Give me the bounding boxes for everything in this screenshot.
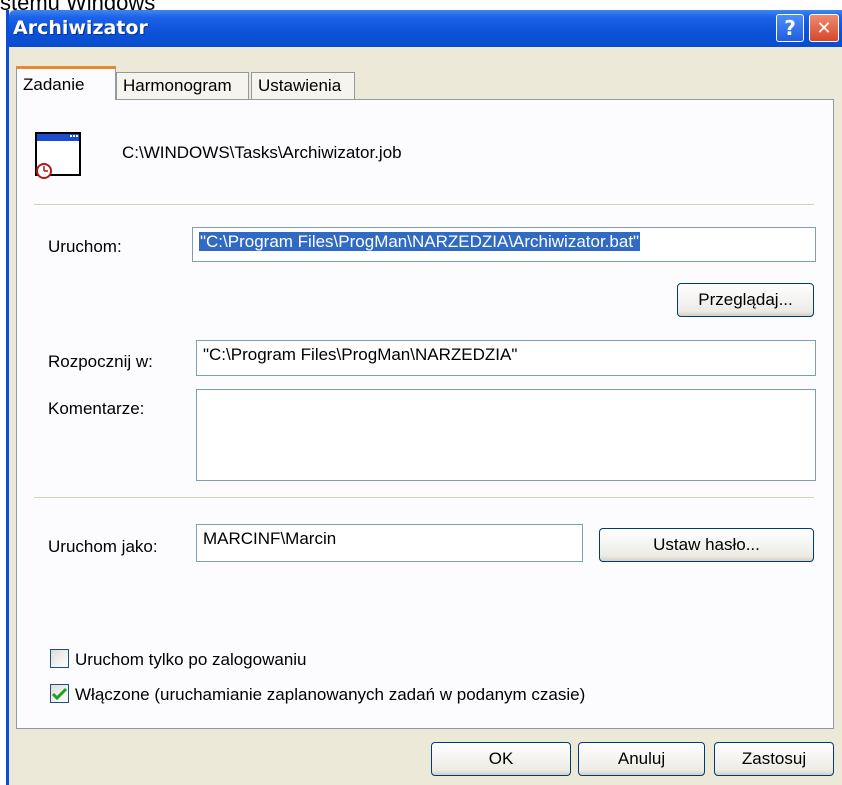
button-label: Przeglądaj...	[698, 290, 793, 309]
tab-ustawienia[interactable]: Ustawienia	[251, 72, 355, 99]
checkmark-icon	[52, 687, 67, 700]
help-icon: ?	[784, 16, 796, 40]
button-label: OK	[488, 749, 514, 768]
ok-button[interactable]: OK	[431, 742, 571, 776]
enabled-label: Włączone (uruchamianie zaplanowanych zad…	[75, 685, 586, 704]
run-command-input[interactable]: "C:\Program Files\ProgMan\NARZEDZIA\Arch…	[192, 227, 816, 262]
task-file-path: C:\WINDOWS\Tasks\Archiwizator.job	[122, 143, 402, 162]
close-icon: ✕	[816, 17, 832, 39]
button-label: Zastosuj	[741, 749, 807, 768]
run-as-label: Uruchom jako:	[48, 537, 158, 556]
separator	[34, 497, 814, 499]
comments-textarea[interactable]	[196, 389, 816, 481]
logged-on-only-checkbox[interactable]	[50, 649, 69, 668]
apply-button[interactable]: Zastosuj	[714, 742, 834, 776]
tab-label: Zadanie	[23, 75, 85, 94]
tab-label: Harmonogram	[123, 76, 232, 95]
separator	[34, 204, 814, 206]
tab-harmonogram[interactable]: Harmonogram	[116, 72, 249, 99]
close-button[interactable]: ✕	[809, 14, 839, 42]
set-password-button[interactable]: Ustaw hasło...	[599, 528, 814, 562]
help-button[interactable]: ?	[776, 14, 804, 42]
browse-button[interactable]: Przeglądaj...	[677, 283, 814, 317]
title-bar[interactable]: Archiwizator ? ✕	[9, 10, 842, 47]
window-title: Archiwizator	[13, 17, 148, 39]
cancel-button[interactable]: Anuluj	[578, 742, 705, 776]
run-command-value: "C:\Program Files\ProgMan\NARZEDZIA\Arch…	[199, 232, 641, 251]
run-as-input[interactable]: MARCINF\Marcin	[196, 524, 583, 562]
logged-on-only-label: Uruchom tylko po zalogowaniu	[75, 650, 307, 669]
tab-zadanie[interactable]: Zadanie	[16, 66, 116, 100]
comments-label: Komentarze:	[48, 399, 145, 418]
start-in-label: Rozpocznij w:	[48, 352, 153, 371]
button-label: Ustaw hasło...	[653, 535, 760, 554]
scheduled-task-icon	[35, 132, 81, 179]
tab-label: Ustawienia	[258, 76, 342, 95]
button-label: Anuluj	[617, 749, 666, 768]
start-in-input[interactable]: "C:\Program Files\ProgMan\NARZEDZIA"	[196, 340, 816, 376]
enabled-checkbox[interactable]	[50, 684, 69, 703]
run-label: Uruchom:	[48, 237, 122, 256]
